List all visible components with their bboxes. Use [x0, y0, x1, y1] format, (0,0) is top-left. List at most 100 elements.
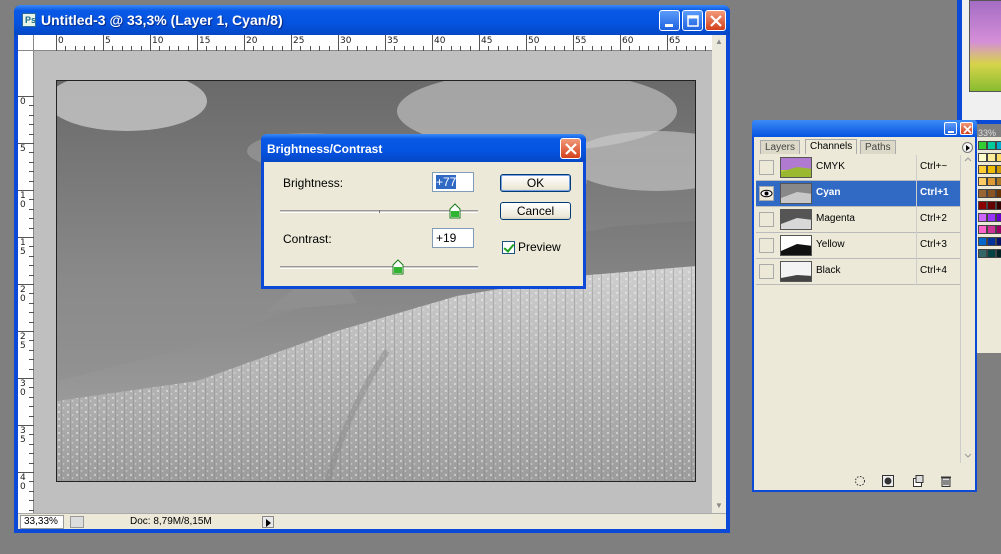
channel-name: Black [816, 265, 841, 276]
close-button[interactable] [705, 10, 726, 31]
ruler-origin[interactable] [18, 35, 34, 51]
dialog-title: Brightness/Contrast [267, 142, 383, 156]
channel-thumbnail [780, 261, 812, 282]
document-profile-icon[interactable] [70, 516, 84, 528]
channels-scrollbar[interactable] [960, 155, 974, 463]
row-divider [916, 259, 917, 285]
channel-row-cyan[interactable]: Cyan Ctrl+1 [756, 181, 960, 207]
color-swatch[interactable] [987, 225, 996, 234]
color-swatch[interactable] [996, 213, 1001, 222]
color-swatch[interactable] [996, 165, 1001, 174]
visibility-toggle[interactable] [759, 264, 774, 279]
channel-shortcut: Ctrl+1 [920, 187, 949, 198]
ruler-tick [197, 35, 198, 51]
background-document-window[interactable] [957, 0, 1001, 124]
status-bar: 33,33% Doc: 8,79M/8,15M [18, 513, 726, 529]
ruler-label: 0 [20, 97, 26, 107]
color-swatch[interactable] [996, 225, 1001, 234]
ruler-tick [103, 35, 104, 51]
panel-minimize-button[interactable] [944, 122, 957, 135]
preview-checkbox[interactable] [502, 241, 515, 254]
color-swatch[interactable] [978, 237, 987, 246]
color-swatch[interactable] [987, 153, 996, 162]
color-swatch[interactable] [978, 153, 987, 162]
color-swatch[interactable] [978, 201, 987, 210]
color-swatch[interactable] [987, 141, 996, 150]
ruler-label: 10 [20, 191, 26, 210]
channel-row-yellow[interactable]: Yellow Ctrl+3 [756, 233, 960, 259]
scroll-up-arrow-icon[interactable]: ▲ [712, 35, 726, 49]
color-swatch[interactable] [996, 177, 1001, 186]
color-swatch[interactable] [996, 237, 1001, 246]
color-swatch[interactable] [978, 189, 987, 198]
brightness-slider-center [379, 210, 380, 213]
color-swatch[interactable] [996, 249, 1001, 258]
color-swatch[interactable] [978, 213, 987, 222]
load-selection-icon[interactable] [854, 475, 866, 487]
vertical-ruler[interactable]: 0 5 10 15 20 25 30 35 40 [18, 51, 34, 513]
ruler-tick [526, 35, 527, 51]
minimize-button[interactable] [659, 10, 680, 31]
cancel-button[interactable]: Cancel [500, 202, 571, 220]
horizontal-scrollbar[interactable] [276, 515, 712, 529]
color-swatch[interactable] [987, 249, 996, 258]
channel-shortcut: Ctrl+2 [920, 213, 947, 224]
maximize-icon [687, 15, 699, 27]
ruler-label: 30 [20, 379, 26, 398]
color-swatch[interactable] [987, 237, 996, 246]
dialog-titlebar[interactable]: Brightness/Contrast [261, 134, 586, 162]
channel-name: Cyan [816, 187, 841, 198]
color-swatch[interactable] [987, 213, 996, 222]
visibility-toggle[interactable] [759, 186, 774, 201]
status-menu-arrow-icon[interactable] [262, 516, 274, 528]
tab-layers[interactable]: Layers [760, 140, 801, 154]
tab-channels[interactable]: Channels [805, 139, 858, 154]
color-swatch[interactable] [996, 153, 1001, 162]
panel-close-button[interactable] [960, 122, 973, 135]
document-title: Untitled-3 @ 33,3% (Layer 1, Cyan/8) [41, 12, 283, 28]
color-swatch[interactable] [987, 201, 996, 210]
dialog-close-button[interactable] [560, 138, 581, 159]
ok-button[interactable]: OK [500, 174, 571, 192]
save-selection-icon[interactable] [882, 475, 894, 487]
zoom-field[interactable]: 33,33% [20, 515, 64, 529]
channel-row-cmyk[interactable]: CMYK Ctrl+~ [756, 155, 960, 181]
color-swatch[interactable] [996, 189, 1001, 198]
brightness-slider-thumb[interactable] [449, 203, 461, 219]
contrast-slider-thumb[interactable] [392, 259, 404, 275]
channels-footer [756, 473, 974, 489]
new-channel-icon[interactable] [912, 475, 924, 487]
trash-icon[interactable] [940, 475, 952, 487]
vertical-scrollbar[interactable]: ▲ ▼ [712, 35, 726, 513]
color-swatch[interactable] [987, 165, 996, 174]
contrast-input[interactable]: +19 [432, 228, 474, 248]
visibility-toggle[interactable] [759, 212, 774, 227]
ruler-tick [338, 35, 339, 51]
panel-menu-arrow-icon[interactable] [962, 142, 973, 153]
color-swatch[interactable] [996, 141, 1001, 150]
channel-row-magenta[interactable]: Magenta Ctrl+2 [756, 207, 960, 233]
color-swatch[interactable] [987, 177, 996, 186]
color-swatch[interactable] [978, 165, 987, 174]
visibility-toggle[interactable] [759, 160, 774, 175]
channels-panel-titlebar[interactable] [752, 120, 977, 137]
eye-icon [760, 189, 773, 198]
tab-paths[interactable]: Paths [860, 140, 896, 154]
contrast-slider-track[interactable] [280, 266, 478, 269]
color-swatch[interactable] [978, 177, 987, 186]
color-swatch[interactable] [978, 249, 987, 258]
horizontal-ruler[interactable]: 0 5 10 15 20 25 30 35 40 45 50 55 60 65 [18, 35, 712, 51]
brightness-input[interactable]: +77 [432, 172, 474, 192]
color-swatch[interactable] [996, 201, 1001, 210]
color-swatch[interactable] [987, 189, 996, 198]
visibility-toggle[interactable] [759, 238, 774, 253]
channel-name: Magenta [816, 213, 855, 224]
scroll-down-arrow-icon[interactable]: ▼ [712, 499, 726, 513]
document-titlebar[interactable]: Ps Untitled-3 @ 33,3% (Layer 1, Cyan/8) [14, 5, 730, 35]
channel-shortcut: Ctrl+~ [920, 161, 948, 172]
maximize-button[interactable] [682, 10, 703, 31]
channel-row-black[interactable]: Black Ctrl+4 [756, 259, 960, 285]
color-swatch[interactable] [978, 141, 987, 150]
channel-thumbnail [780, 209, 812, 230]
color-swatch[interactable] [978, 225, 987, 234]
